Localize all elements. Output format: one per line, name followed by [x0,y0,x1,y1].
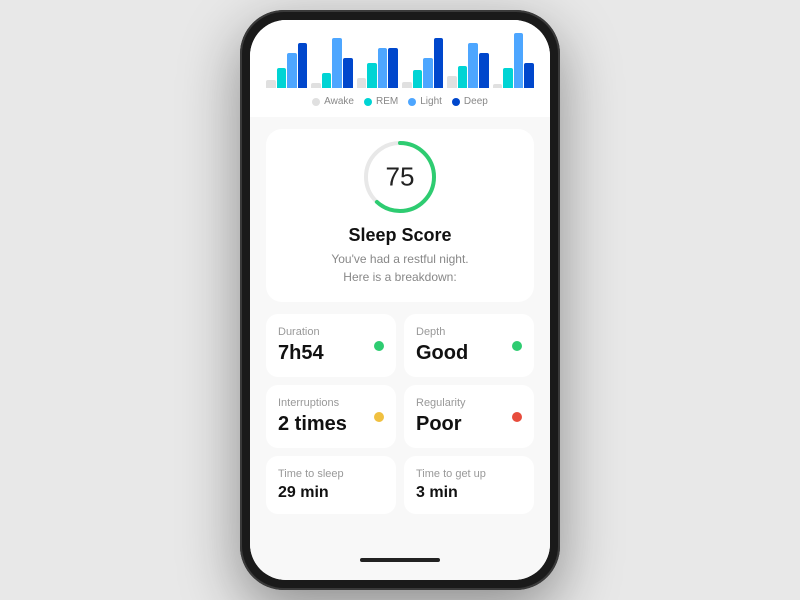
rem-bar [413,70,423,88]
bar-group [357,48,398,88]
awake-bar [402,82,412,88]
awake-dot [312,98,320,106]
deep-bar [434,38,444,88]
light-bar [332,38,342,88]
rem-bar [322,73,332,88]
depth-dot [512,341,522,351]
deep-bar [298,43,308,88]
duration-card: Duration 7h54 [266,314,396,377]
deep-bar [343,58,353,88]
bar-group [447,43,488,88]
awake-bar [357,78,367,88]
bar-group [311,38,352,88]
legend-light: Light [408,96,442,107]
light-dot [408,98,416,106]
duration-label: Duration [278,326,384,338]
light-bar [468,43,478,88]
awake-bar [311,83,321,88]
regularity-label: Regularity [416,397,522,409]
time-to-getup-value: 3 min [416,484,522,502]
rem-bar [367,63,377,88]
time-to-sleep-value: 29 min [278,484,384,502]
depth-card: Depth Good [404,314,534,377]
legend-rem: REM [364,96,398,107]
awake-bar [266,80,276,88]
awake-bar [447,76,457,88]
time-to-getup-label: Time to get up [416,468,522,480]
light-bar [423,58,433,88]
rem-bar [458,66,468,88]
phone-frame: Awake REM Light Deep [240,10,560,590]
interruptions-value: 2 times [278,413,384,436]
interruptions-dot [374,412,384,422]
metrics-grid: Duration 7h54 Depth Good Interruptions 2… [266,314,534,448]
score-title: Sleep Score [348,225,451,246]
depth-value: Good [416,342,522,365]
chart-area: Awake REM Light Deep [250,20,550,117]
legend-awake: Awake [312,96,354,107]
deep-bar [479,53,489,88]
awake-bar [493,84,503,88]
rem-label: REM [376,96,398,107]
depth-label: Depth [416,326,522,338]
time-to-sleep-card: Time to sleep 29 min [266,456,396,514]
score-subtitle: You've had a restful night. Here is a br… [331,250,468,286]
light-bar [287,53,297,88]
regularity-value: Poor [416,413,522,436]
deep-dot [452,98,460,106]
score-number: 75 [386,162,415,193]
rem-dot [364,98,372,106]
light-label: Light [420,96,442,107]
interruptions-card: Interruptions 2 times [266,385,396,448]
score-section: 75 Sleep Score You've had a restful nigh… [266,129,534,302]
time-to-getup-card: Time to get up 3 min [404,456,534,514]
home-indicator [360,558,440,562]
bottom-metrics: Time to sleep 29 min Time to get up 3 mi… [266,456,534,514]
light-bar [378,48,388,88]
duration-dot [374,341,384,351]
rem-bar [503,68,513,88]
regularity-card: Regularity Poor [404,385,534,448]
chart-legend: Awake REM Light Deep [266,96,534,113]
deep-bar [388,48,398,88]
regularity-dot [512,412,522,422]
legend-deep: Deep [452,96,488,107]
light-bar [514,33,524,88]
score-circle: 75 [360,137,440,217]
bar-group [266,43,307,88]
awake-label: Awake [324,96,354,107]
time-to-sleep-label: Time to sleep [278,468,384,480]
deep-bar [524,63,534,88]
rem-bar [277,68,287,88]
interruptions-label: Interruptions [278,397,384,409]
bar-chart [266,28,534,88]
bar-group [402,38,443,88]
duration-value: 7h54 [278,342,384,365]
phone-screen: Awake REM Light Deep [250,20,550,580]
bar-group [493,33,534,88]
main-content[interactable]: 75 Sleep Score You've had a restful nigh… [250,117,550,580]
deep-label: Deep [464,96,488,107]
